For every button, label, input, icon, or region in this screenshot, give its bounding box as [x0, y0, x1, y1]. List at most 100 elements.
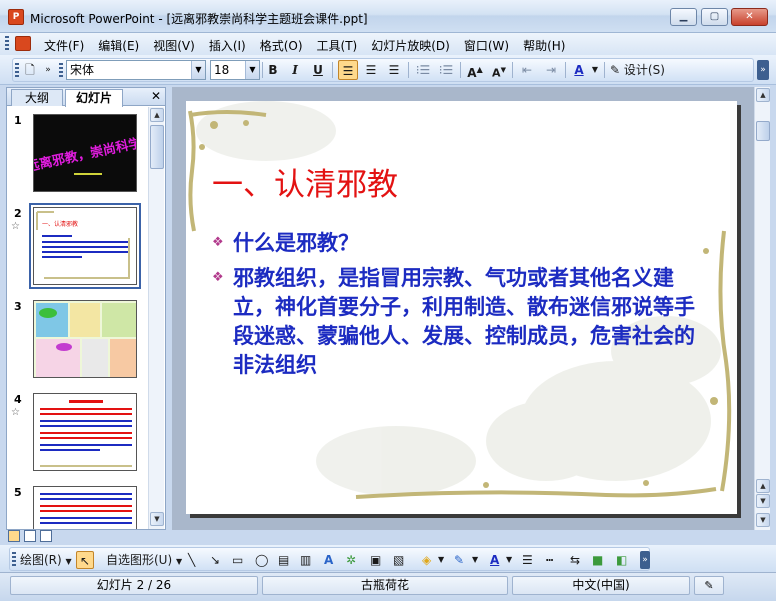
thumbnail-row[interactable]: 4 ☆ [7, 393, 148, 478]
slide-thumbnail[interactable] [33, 300, 137, 378]
toolbar-options-icon[interactable]: » [757, 60, 769, 80]
slideshow-view-icon[interactable] [40, 530, 52, 542]
oval-icon[interactable]: ◯ [255, 551, 268, 569]
clipart-icon[interactable]: ▣ [370, 551, 381, 569]
menu-slideshow[interactable]: 幻灯片放映(D) [364, 37, 457, 54]
scroll-down-icon[interactable]: ▼ [150, 512, 164, 526]
line-color-icon[interactable]: ✎ [454, 551, 464, 569]
normal-view-icon[interactable] [8, 530, 20, 542]
font-color-icon[interactable]: A [490, 551, 499, 569]
next-slide-icon[interactable]: ▼ [756, 494, 770, 508]
font-color-icon[interactable]: A [570, 60, 588, 80]
powerpoint-icon[interactable]: P [8, 9, 24, 25]
maximize-button[interactable]: ▢ [701, 8, 728, 26]
font-name-combo[interactable]: 宋体 ▼ [66, 60, 206, 80]
chevron-down-icon[interactable]: ▼ [191, 61, 205, 79]
align-center-icon[interactable]: ☰ [362, 60, 380, 80]
increase-font-icon[interactable]: A▲ [466, 60, 484, 80]
arrow-icon[interactable]: ↘ [210, 551, 220, 569]
align-left-icon[interactable]: ☰ [338, 60, 358, 80]
select-pointer-icon[interactable]: ↖ [76, 551, 94, 569]
3d-style-icon[interactable]: ◧ [616, 551, 627, 569]
diagram-icon[interactable]: ✲ [346, 551, 356, 569]
menu-view[interactable]: 视图(V) [146, 37, 202, 54]
document-icon[interactable] [15, 36, 31, 51]
align-right-icon[interactable]: ☰ [385, 60, 403, 80]
slide-thumbnail[interactable] [33, 486, 137, 529]
menu-insert[interactable]: 插入(I) [202, 37, 253, 54]
spelling-check-icon[interactable]: ✎ [694, 576, 724, 595]
previous-slide-icon[interactable]: ▲ [756, 479, 770, 493]
shadow-style-icon[interactable]: ■ [592, 551, 603, 569]
close-button[interactable]: ✕ [731, 8, 768, 26]
toolbar-options-icon[interactable]: » [42, 60, 54, 80]
slide-canvas[interactable]: 一、认清邪教 ❖ 什么是邪教？ ❖ 邪教组织，是指冒用宗教、气功或者其他名义建立… [186, 101, 737, 514]
arrow-style-icon[interactable]: ⇆ [570, 551, 580, 569]
fill-color-icon[interactable]: ◈ [422, 551, 431, 569]
scrollbar-thumb[interactable] [756, 121, 770, 141]
thumbnail-graphic: 远离邪教，崇尚科学 [34, 115, 136, 191]
slide-thumbnail[interactable] [33, 393, 137, 471]
decrease-font-icon[interactable]: A▼ [490, 60, 508, 80]
thumbnail-row[interactable]: 2 ☆ 一、认清邪教 [7, 203, 148, 292]
toolbar-options-icon[interactable]: » [640, 551, 650, 569]
insert-picture-icon[interactable]: ▧ [393, 551, 404, 569]
tab-outline[interactable]: 大纲 [11, 89, 63, 106]
slide-bullet[interactable]: ❖ 邪教组织，是指冒用宗教、气功或者其他名义建立，神化首要分子，利用制造、散布迷… [212, 263, 707, 379]
menu-bar: 文件(F) 编辑(E) 视图(V) 插入(I) 格式(O) 工具(T) 幻灯片放… [0, 33, 776, 55]
menu-help[interactable]: 帮助(H) [516, 37, 572, 54]
chevron-down-icon[interactable]: ▼ [472, 551, 478, 569]
autoshapes-button[interactable]: 自选图形(U) ▼ [106, 551, 182, 569]
menu-file[interactable]: 文件(F) [44, 37, 91, 54]
menu-tools[interactable]: 工具(T) [310, 37, 365, 54]
toolbar-grip[interactable] [12, 552, 16, 566]
animation-star-icon: ☆ [11, 221, 20, 232]
thumbnail-scrollbar[interactable]: ▲ ▼ [148, 107, 164, 529]
slide-bullet[interactable]: ❖ 什么是邪教？ [212, 228, 707, 257]
font-size-combo[interactable]: 18 ▼ [210, 60, 260, 80]
line-style-icon[interactable]: ☰ [522, 551, 533, 569]
toolbar-grip-2[interactable] [59, 63, 63, 79]
bold-button[interactable]: B [266, 60, 280, 80]
tab-slides[interactable]: 幻灯片 [65, 89, 123, 107]
rectangle-icon[interactable]: ▭ [232, 551, 243, 569]
bullets-icon[interactable]: ⁝☰ [437, 60, 455, 80]
menubar-grip[interactable] [5, 36, 9, 52]
decrease-indent-icon[interactable]: ⇤ [518, 60, 536, 80]
increase-indent-icon[interactable]: ⇥ [542, 60, 560, 80]
chevron-down-icon[interactable]: ▼ [438, 551, 444, 569]
menu-window[interactable]: 窗口(W) [457, 37, 516, 54]
scroll-up-icon[interactable]: ▲ [756, 88, 770, 102]
dash-style-icon[interactable]: ┅ [546, 551, 553, 569]
slide-sorter-view-icon[interactable] [24, 530, 36, 542]
bullet-text: 什么是邪教？ [233, 230, 359, 255]
underline-button[interactable]: U [311, 60, 325, 80]
draw-menu-button[interactable]: 绘图(R) ▼ [20, 551, 72, 569]
vertical-textbox-icon[interactable]: ▥ [300, 551, 311, 569]
thumbnail-row[interactable]: 1 远离邪教，崇尚科学 [7, 114, 148, 199]
scroll-up-icon[interactable]: ▲ [150, 108, 164, 122]
toolbar-grip[interactable] [15, 63, 19, 79]
thumbnail-row[interactable]: 3 [7, 300, 148, 385]
scroll-down-icon[interactable]: ▼ [756, 513, 770, 527]
wordart-icon[interactable]: A [324, 551, 333, 569]
slide-thumbnail[interactable]: 远离邪教，崇尚科学 [33, 114, 137, 192]
chevron-down-icon[interactable]: ▼ [590, 60, 600, 80]
slide-scrollbar[interactable]: ▲ ▲ ▼ ▼ [754, 87, 770, 530]
new-document-icon[interactable]: 🗋 [22, 60, 38, 80]
numbering-icon[interactable]: ⁝☰ [414, 60, 432, 80]
chevron-down-icon[interactable]: ▼ [506, 551, 512, 569]
italic-button[interactable]: I [288, 60, 302, 80]
thumbnail-row[interactable]: 5 [7, 486, 148, 529]
slide-thumbnail[interactable]: 一、认清邪教 [29, 203, 141, 289]
slide-title[interactable]: 一、认清邪教 [212, 159, 398, 204]
textbox-icon[interactable]: ▤ [278, 551, 289, 569]
menu-format[interactable]: 格式(O) [253, 37, 310, 54]
minimize-button[interactable]: ▁ [670, 8, 697, 26]
menu-edit[interactable]: 编辑(E) [91, 37, 146, 54]
design-button[interactable]: ✎ 设计(S) [610, 60, 668, 80]
scrollbar-thumb[interactable] [150, 125, 164, 169]
close-icon[interactable]: ✕ [151, 89, 161, 103]
chevron-down-icon[interactable]: ▼ [245, 61, 259, 79]
line-icon[interactable]: ╲ [188, 551, 195, 569]
